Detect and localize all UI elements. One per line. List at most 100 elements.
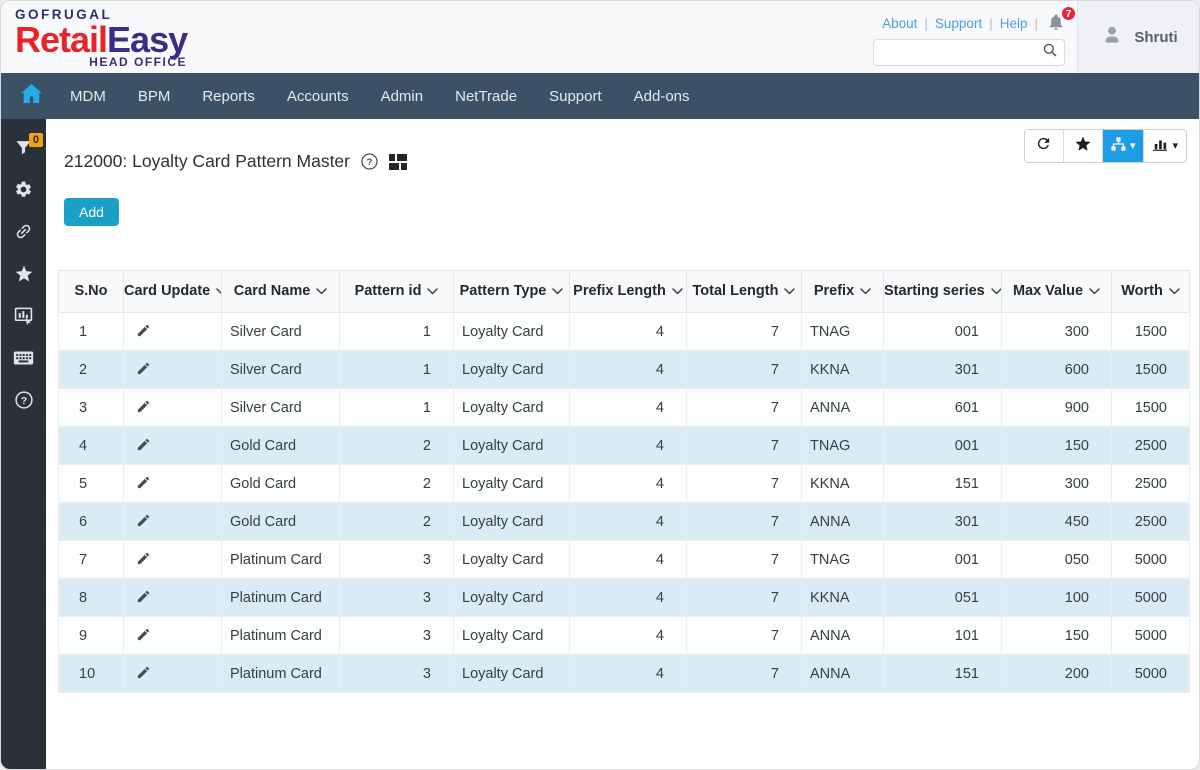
cell-s-no: 8 bbox=[58, 578, 124, 617]
sidebar-links-button[interactable] bbox=[1, 213, 46, 255]
navbar-items: MDM BPM Reports Accounts Admin NetTrade Suppor… bbox=[54, 73, 706, 119]
title-help-button[interactable]: ? bbox=[360, 152, 379, 171]
sidebar-dashboard-button[interactable] bbox=[1, 297, 46, 339]
search-input[interactable] bbox=[882, 45, 1042, 60]
cell-card-name: Silver Card bbox=[221, 350, 340, 389]
edit-row-button[interactable] bbox=[132, 663, 155, 685]
nav-item-mdm[interactable]: MDM bbox=[54, 73, 122, 119]
cell-worth: 1500 bbox=[1111, 350, 1190, 389]
cell-worth: 5000 bbox=[1111, 540, 1190, 579]
cell-pattern-id: 1 bbox=[339, 388, 454, 427]
column-label: Total Length bbox=[692, 283, 779, 300]
view-toolbar: ▾ ▾ bbox=[1023, 129, 1187, 163]
edit-row-button[interactable] bbox=[132, 549, 155, 571]
cell-pattern-id: 2 bbox=[339, 464, 454, 503]
column-label: Worth bbox=[1121, 283, 1163, 300]
edit-row-button[interactable] bbox=[132, 321, 155, 343]
header-link-help[interactable]: Help bbox=[1000, 16, 1028, 31]
column-header-prefix-length[interactable]: Prefix Length bbox=[569, 270, 687, 313]
favorite-button[interactable] bbox=[1063, 130, 1103, 162]
chevron-down-icon: ▾ bbox=[1129, 139, 1136, 152]
column-label: Max Value bbox=[1012, 283, 1084, 300]
edit-row-button[interactable] bbox=[132, 435, 155, 457]
table-row: 7 Platinum Card 3 Loyalty Card 4 7 TNAG 001 050 5… bbox=[58, 540, 1190, 579]
table-row: 5 Gold Card 2 Loyalty Card 4 7 KKNA 151 300 2500 bbox=[58, 464, 1190, 503]
cell-total-length: 7 bbox=[686, 578, 802, 617]
edit-row-button[interactable] bbox=[132, 625, 155, 647]
cell-starting-series: 101 bbox=[883, 616, 1002, 655]
cell-card-update bbox=[123, 312, 222, 351]
main-navbar: MDM BPM Reports Accounts Admin NetTrade Suppor… bbox=[1, 73, 1199, 119]
column-header-starting-series[interactable]: Starting series bbox=[883, 270, 1002, 313]
edit-row-button[interactable] bbox=[132, 587, 155, 609]
shortcut-grid-icon[interactable] bbox=[389, 153, 407, 170]
table-row: 3 Silver Card 1 Loyalty Card 4 7 ANNA 601 900 150… bbox=[58, 388, 1190, 427]
hierarchy-view-button[interactable]: ▾ bbox=[1102, 130, 1145, 162]
cell-s-no: 4 bbox=[58, 426, 124, 465]
user-menu[interactable]: Shruti bbox=[1077, 1, 1199, 73]
column-header-pattern-id[interactable]: Pattern id bbox=[339, 270, 454, 313]
cell-card-update bbox=[123, 654, 222, 693]
edit-row-button[interactable] bbox=[132, 473, 155, 495]
column-header-pattern-type[interactable]: Pattern Type bbox=[453, 270, 570, 313]
refresh-button[interactable] bbox=[1024, 130, 1064, 162]
cell-starting-series: 301 bbox=[883, 350, 1002, 389]
column-header-total-length[interactable]: Total Length bbox=[686, 270, 802, 313]
chart-view-button[interactable]: ▾ bbox=[1144, 130, 1186, 162]
star-filled-icon bbox=[1074, 135, 1092, 158]
column-label: Pattern Type bbox=[459, 283, 547, 300]
home-button[interactable] bbox=[14, 79, 48, 113]
header-links-list: About | Support | Help | bbox=[882, 16, 1038, 31]
cell-max-value: 450 bbox=[1001, 502, 1112, 541]
cell-prefix: TNAG bbox=[801, 540, 884, 579]
nav-item-admin[interactable]: Admin bbox=[365, 73, 440, 119]
column-header-prefix[interactable]: Prefix bbox=[801, 270, 884, 313]
add-button[interactable]: Add bbox=[64, 198, 119, 226]
header-link-about[interactable]: About bbox=[882, 16, 917, 31]
body-row: 0 ? ▾ ▾ 212000: Loyalty Card Pattern Mas… bbox=[1, 119, 1199, 769]
cell-card-name: Platinum Card bbox=[221, 578, 340, 617]
nav-item-nettrade[interactable]: NetTrade bbox=[439, 73, 533, 119]
top-header: GOFRUGAL RetailEasy HEAD OFFICE About | Su… bbox=[1, 1, 1199, 73]
header-search-box bbox=[873, 39, 1065, 66]
sidebar-help-button[interactable]: ? bbox=[1, 381, 46, 423]
search-icon[interactable] bbox=[1042, 42, 1058, 63]
column-header-card-name[interactable]: Card Name bbox=[221, 270, 340, 313]
sidebar-favorites-button[interactable] bbox=[1, 255, 46, 297]
table-row: 4 Gold Card 2 Loyalty Card 4 7 TNAG 001 150 2500 bbox=[58, 426, 1190, 465]
nav-item-add-ons[interactable]: Add-ons bbox=[618, 73, 706, 119]
cell-prefix-length: 4 bbox=[569, 502, 687, 541]
help-icon: ? bbox=[14, 390, 34, 415]
nav-item-support[interactable]: Support bbox=[533, 73, 618, 119]
table-row: 10 Platinum Card 3 Loyalty Card 4 7 ANNA 151 200… bbox=[58, 654, 1190, 693]
cell-card-update bbox=[123, 540, 222, 579]
table-row: 2 Silver Card 1 Loyalty Card 4 7 KKNA 301 600 150… bbox=[58, 350, 1190, 389]
sidebar-filter-button[interactable]: 0 bbox=[1, 129, 46, 171]
nav-item-accounts[interactable]: Accounts bbox=[271, 73, 365, 119]
edit-row-button[interactable] bbox=[132, 397, 155, 419]
column-header-worth[interactable]: Worth bbox=[1111, 270, 1190, 313]
cell-prefix-length: 4 bbox=[569, 426, 687, 465]
cell-s-no: 6 bbox=[58, 502, 124, 541]
pencil-icon bbox=[136, 323, 151, 341]
cell-prefix: ANNA bbox=[801, 388, 884, 427]
column-header-card-update[interactable]: Card Update bbox=[123, 270, 222, 313]
notification-bell-button[interactable]: 7 bbox=[1047, 5, 1077, 34]
link-separator: | bbox=[1034, 16, 1038, 31]
column-label: Prefix Length bbox=[573, 283, 666, 300]
sidebar-settings-button[interactable] bbox=[1, 171, 46, 213]
link-separator: | bbox=[989, 16, 993, 31]
user-name: Shruti bbox=[1134, 28, 1178, 46]
nav-item-reports[interactable]: Reports bbox=[186, 73, 271, 119]
edit-row-button[interactable] bbox=[132, 359, 155, 381]
column-header-max-value[interactable]: Max Value bbox=[1001, 270, 1112, 313]
edit-row-button[interactable] bbox=[132, 511, 155, 533]
header-right: About | Support | Help | 7 bbox=[873, 1, 1077, 73]
cell-prefix-length: 4 bbox=[569, 654, 687, 693]
cell-starting-series: 601 bbox=[883, 388, 1002, 427]
sidebar-keyboard-button[interactable] bbox=[1, 339, 46, 381]
nav-item-bpm[interactable]: BPM bbox=[122, 73, 187, 119]
cell-pattern-id: 2 bbox=[339, 502, 454, 541]
cell-worth: 5000 bbox=[1111, 654, 1190, 693]
header-link-support[interactable]: Support bbox=[935, 16, 982, 31]
